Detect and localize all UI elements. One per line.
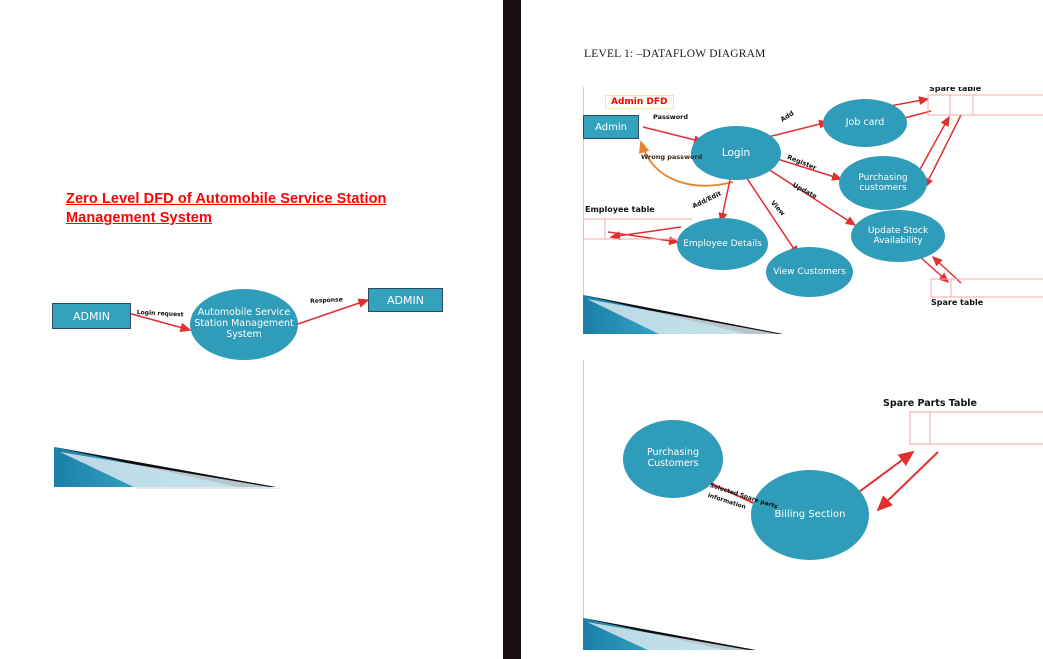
document-page-left: Zero Level DFD of Automobile Service Sta… [0, 0, 497, 659]
slide-billing-dfd: Purchasing Customers Billing Section Spa… [583, 360, 1043, 650]
slide-admin-dfd: Admin DFD Admin Login Job card Purchasin… [583, 87, 1043, 334]
page-divider [503, 0, 521, 659]
theme-swoosh-slide-two [583, 618, 756, 650]
theme-swoosh-left [54, 447, 282, 489]
theme-swoosh-slide-one [583, 295, 783, 334]
level-1-heading: LEVEL 1: –DATAFLOW DIAGRAM [584, 48, 766, 60]
document-page-right: LEVEL 1: –DATAFLOW DIAGRAM Admin DFD Adm… [525, 0, 1043, 659]
